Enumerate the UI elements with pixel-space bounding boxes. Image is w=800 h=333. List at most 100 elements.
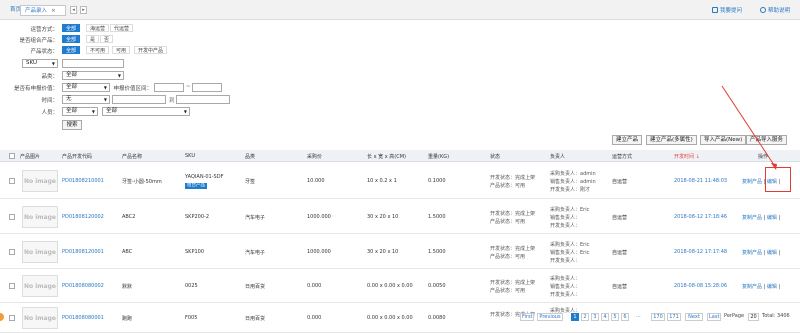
row-checkbox[interactable] — [9, 249, 15, 255]
select-all-checkbox[interactable] — [9, 153, 15, 159]
col-image: 产品图片 — [20, 154, 41, 160]
row-operations: 复制产品 | 编辑 | — [742, 283, 780, 290]
product-dev-time: 2018-08-12 17:18:46 — [674, 214, 728, 220]
col-size[interactable]: 长 x 宽 x 高(CM) — [367, 153, 406, 160]
time-select[interactable]: 无 ▼ — [62, 95, 110, 104]
import-product-button[interactable]: 导入产品(New) — [700, 135, 747, 145]
edit-product-link[interactable]: 编辑 — [767, 250, 777, 256]
combo-opt-yes[interactable]: 是 — [86, 35, 100, 43]
chevron-down-icon: ▼ — [103, 85, 107, 90]
declared-value-select[interactable]: 全部 ▼ — [62, 83, 110, 92]
product-state-line: 产品状态：可用 — [490, 219, 526, 225]
op-divider: | — [776, 215, 781, 221]
table-header: 产品图片 产品开发代码 产品名称 SKU 品类 采购价 长 x 宽 x 高(CM… — [0, 150, 800, 162]
product-code-link[interactable]: PD01808120001 — [62, 249, 104, 255]
product-weight: 1.5000 — [428, 249, 446, 255]
product-name: 默默 — [122, 284, 133, 290]
copy-product-link[interactable]: 复制产品 — [742, 250, 762, 256]
copy-product-link[interactable]: 复制产品 — [742, 284, 762, 290]
shipping-label: 运营方式： — [30, 27, 58, 33]
col-weight[interactable]: 重量(KG) — [428, 153, 449, 160]
status-opt-all[interactable]: 全部 — [62, 46, 81, 54]
product-image: No image — [22, 275, 58, 297]
sku-input[interactable] — [62, 59, 124, 68]
help-link[interactable]: 帮助说明 — [760, 6, 790, 14]
product-owner-line: 销售负责人： — [550, 284, 581, 290]
combo-opt-all[interactable]: 全部 — [62, 35, 81, 43]
edit-product-link[interactable]: 编辑 — [767, 284, 777, 290]
product-owner-line: 开发负责人： — [550, 292, 581, 298]
status-opt-developing[interactable]: 开发中产品 — [134, 46, 168, 54]
shipping-opt-proxy[interactable]: 代运营 — [110, 24, 134, 32]
create-multi-product-button[interactable]: 建立产品(多属性) — [646, 135, 697, 145]
chevron-down-icon: ▼ — [91, 109, 95, 114]
product-size: 30 x 20 x 10 — [367, 214, 399, 220]
product-sku: SKP200-2 — [185, 214, 209, 220]
product-dev-time: 2018-08-12 17:17:48 — [674, 249, 728, 255]
col-sku[interactable]: SKU — [185, 153, 195, 159]
person-label: 人员： — [41, 110, 58, 116]
product-price: 0.000 — [307, 283, 322, 289]
col-name[interactable]: 产品名称 — [122, 153, 142, 160]
col-price[interactable]: 采购价 — [307, 153, 322, 160]
product-size: 10 x 0.2 x 1 — [367, 178, 397, 184]
product-weight: 1.5000 — [428, 214, 446, 220]
person-role-select[interactable]: 全部 ▼ — [62, 107, 98, 116]
product-sku: SKP100 — [185, 249, 205, 255]
product-code-link[interactable]: PD01808080001 — [62, 315, 104, 321]
person-select[interactable]: 全部 ▼ — [102, 107, 190, 116]
row-checkbox[interactable] — [9, 178, 15, 184]
range-min-input[interactable] — [154, 83, 184, 92]
range-label: 申报价值区间： — [113, 86, 152, 92]
tab-next-button[interactable]: ▸ — [80, 6, 87, 14]
chevron-down-icon: ▼ — [103, 97, 107, 102]
product-image: No image — [22, 241, 58, 263]
chevron-down-icon: ▼ — [51, 61, 55, 66]
shipping-opt-all[interactable]: 全部 — [62, 24, 81, 32]
product-code-link[interactable]: PD01808210001 — [62, 178, 104, 184]
product-weight: 0.0050 — [428, 283, 446, 289]
report-link[interactable]: 我要提问 — [712, 6, 742, 14]
create-product-button[interactable]: 建立产品 — [612, 135, 643, 145]
edit-product-link[interactable]: 编辑 — [767, 215, 777, 221]
product-code-link[interactable]: PD01808080002 — [62, 283, 104, 289]
col-code[interactable]: 产品开发代码 — [62, 153, 92, 160]
combo-opt-no[interactable]: 否 — [100, 35, 114, 43]
product-price: 0.000 — [307, 315, 322, 321]
col-dev-time[interactable]: 开发时间 ↓ — [674, 153, 700, 160]
row-checkbox[interactable] — [9, 214, 15, 220]
product-state-line: 开发状态：完成上架 — [490, 175, 536, 181]
range-max-input[interactable] — [192, 83, 222, 92]
close-icon[interactable]: × — [51, 8, 56, 14]
shipping-opt-self[interactable]: 海运营 — [86, 24, 110, 32]
col-owner[interactable]: 负责人 — [550, 153, 565, 160]
copy-product-link[interactable]: 复制产品 — [742, 215, 762, 221]
col-state[interactable]: 状态 — [490, 153, 500, 160]
product-mode: 自运营 — [612, 179, 628, 185]
end-date-input[interactable] — [176, 95, 230, 104]
product-owner-line: 销售负责人：admin — [550, 179, 596, 185]
row-checkbox[interactable] — [9, 283, 15, 289]
col-mode[interactable]: 运营方式 — [612, 153, 632, 160]
row-checkbox[interactable] — [9, 315, 15, 321]
product-price: 1000.000 — [307, 214, 331, 220]
row-operations: 复制产品 | 编辑 | — [742, 249, 780, 256]
product-state-line: 产品状态：可用 — [490, 288, 526, 294]
sku-type-select[interactable]: SKU ▼ — [22, 59, 58, 68]
copy-product-link[interactable]: 复制产品 — [742, 179, 762, 185]
range-separator: ~ — [186, 84, 191, 90]
product-price: 10.000 — [307, 178, 325, 184]
status-opt-available[interactable]: 可用 — [112, 46, 131, 54]
category-select[interactable]: 全部 ▼ — [62, 71, 124, 80]
import-service-button[interactable]: 产品导入服务 — [746, 135, 788, 145]
product-code-link[interactable]: PD01808120002 — [62, 214, 104, 220]
status-opt-unavailable[interactable]: 不可用 — [86, 46, 110, 54]
product-category: 汽车电子 — [245, 215, 266, 221]
tab-product-entry[interactable]: 产品录入 × — [20, 5, 66, 16]
start-date-input[interactable] — [112, 95, 166, 104]
op-divider: | — [776, 250, 781, 256]
question-icon — [712, 7, 718, 13]
search-button[interactable]: 搜索 — [62, 120, 82, 130]
tab-prev-button[interactable]: ◂ — [70, 6, 77, 14]
col-category[interactable]: 品类 — [245, 153, 255, 160]
